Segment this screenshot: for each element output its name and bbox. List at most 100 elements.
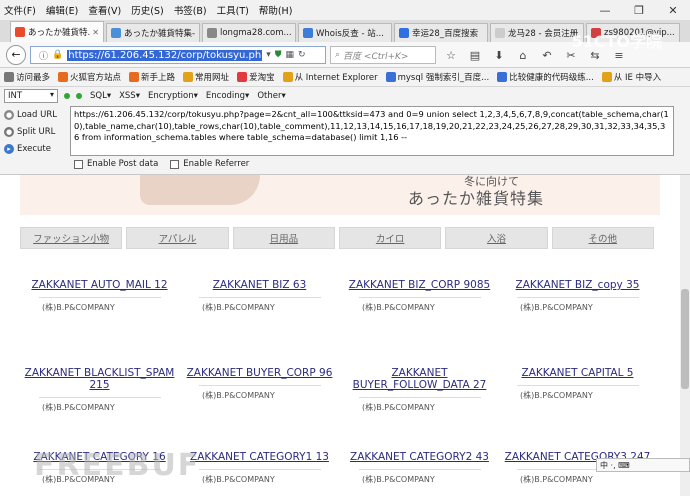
bookmark-item[interactable]: 常用网址 <box>183 71 229 83</box>
bookmark-item[interactable]: 爱淘宝 <box>237 71 275 83</box>
shield-icon[interactable]: ⛊ <box>275 50 282 60</box>
checkbox-box[interactable] <box>170 159 180 169</box>
ime-toolbar[interactable]: 中 ·, ⌨ <box>596 458 690 472</box>
hackbar-url-textarea[interactable]: https://61.206.45.132/corp/tokusyu.php?p… <box>70 106 674 156</box>
tab-5[interactable]: 龙马28 - 会员注册 <box>490 23 584 42</box>
bookmark-item[interactable]: 从 IE 中导入 <box>601 71 661 83</box>
enable-referrer-checkbox[interactable]: Enable Referrer <box>170 159 249 169</box>
tab-2[interactable]: longma28.com... <box>202 23 296 42</box>
product-card: ZAKKANET CAPITAL 5 (株)B.P&COMPANY <box>500 367 655 401</box>
product-link[interactable]: ZAKKANET CAPITAL 5 <box>500 367 655 379</box>
bookmark-star-icon[interactable]: ☆ <box>442 46 460 64</box>
download-icon[interactable]: ⬇ <box>490 46 508 64</box>
divider <box>516 385 639 386</box>
url-text[interactable]: https://61.206.45.132/corp/tokusyu.php?p… <box>67 49 263 61</box>
search-input[interactable]: ⌕ 百度 <Ctrl+K> <box>330 46 436 64</box>
product-company: (株)B.P&COMPANY <box>362 403 435 412</box>
back-arrow-icon[interactable]: ← <box>6 44 26 65</box>
category-bath[interactable]: 入浴 <box>445 227 548 249</box>
category-daily-goods[interactable]: 日用品 <box>232 227 335 249</box>
product-company: (株)B.P&COMPANY <box>42 403 115 412</box>
dropdown-icon[interactable]: ▾ <box>266 50 271 60</box>
product-company: (株)B.P&COMPANY <box>362 303 435 312</box>
type-select[interactable]: INT <box>4 89 58 103</box>
menu-help[interactable]: 帮助(H) <box>259 3 293 17</box>
load-url-button[interactable]: ● Load URL <box>4 107 66 122</box>
firefox-icon <box>58 72 69 82</box>
category-fashion[interactable]: ファッション小物 <box>20 227 123 249</box>
scrollbar-thumb[interactable] <box>681 289 689 389</box>
product-link[interactable]: ZAKKANET BUYER_CORP 96 <box>182 367 337 379</box>
tab-close-icon[interactable]: ✕ <box>92 28 99 37</box>
bookmark-item[interactable]: 新手上路 <box>129 71 175 83</box>
favicon-icon <box>111 28 121 38</box>
tab-1[interactable]: あったか雑貨特集-... <box>106 23 200 42</box>
encryption-menu[interactable]: Encryption▾ <box>148 91 198 101</box>
other-menu[interactable]: Other▾ <box>257 91 285 101</box>
product-link[interactable]: ZAKKANET CATEGORY2 43 <box>342 451 497 463</box>
home-icon[interactable]: ⌂ <box>514 46 532 64</box>
split-url-label: Split URL <box>17 126 56 137</box>
reload-icon[interactable]: ↻ <box>298 50 306 60</box>
bookmark-item[interactable]: 访问最多 <box>4 71 50 83</box>
undo-icon[interactable]: ↶ <box>538 46 556 64</box>
reading-list-icon[interactable]: ▤ <box>466 46 484 64</box>
tab-0[interactable]: あったか雑貨特... ✕ <box>10 21 104 42</box>
menu-history[interactable]: 历史(S) <box>131 3 163 17</box>
restore-icon[interactable]: ❐ <box>622 0 656 20</box>
bookmark-label: 火狐官方站点 <box>70 73 122 83</box>
category-apparel[interactable]: アパレル <box>126 227 229 249</box>
tab-3[interactable]: Whois反查 - 站... <box>298 23 392 42</box>
enable-referrer-label: Enable Referrer <box>183 159 250 169</box>
sql-menu[interactable]: SQL▾ <box>90 91 111 101</box>
lock-warning-icon[interactable]: 🔒 <box>52 50 63 60</box>
url-bar[interactable]: ⓘ 🔒 https://61.206.45.132/corp/tokusyu.p… <box>30 46 326 64</box>
product-link[interactable]: ZAKKANET CATEGORY1 13 <box>182 451 337 463</box>
bookmark-label: mysql 强制索引_百度... <box>397 73 490 83</box>
category-other[interactable]: その他 <box>551 227 654 249</box>
product-link[interactable]: ZAKKANET BLACKLIST_SPAM 215 <box>22 367 177 391</box>
info-icon[interactable]: ⓘ <box>39 49 48 62</box>
divider <box>516 297 639 298</box>
load-url-label: Load URL <box>17 109 57 120</box>
enable-post-label: Enable Post data <box>87 159 159 169</box>
menu-view[interactable]: 查看(V) <box>88 3 121 17</box>
bookmark-item[interactable]: 比较健康的代码级练... <box>497 71 594 83</box>
vertical-scrollbar[interactable] <box>680 175 690 496</box>
product-link[interactable]: ZAKKANET BIZ 63 <box>182 279 337 291</box>
xss-menu[interactable]: XSS▾ <box>119 91 140 101</box>
watermark-top: 51CTO学院 <box>571 32 662 51</box>
bookmark-item[interactable]: 从 Internet Explorer <box>282 71 378 83</box>
checkbox-box[interactable] <box>74 159 83 169</box>
product-card: ZAKKANET AUTO_MAIL 12 (株)B.P&COMPANY <box>22 279 177 313</box>
product-link[interactable]: ZAKKANET BIZ_CORP 9085 <box>342 279 497 291</box>
tab-label: 龙马28 - 会员注册 <box>508 29 579 39</box>
watermark-bottom: FREEBUF <box>34 448 201 483</box>
product-company: (株)B.P&COMPANY <box>202 391 275 400</box>
product-card: ZAKKANET BUYER_FOLLOW_DATA 27 (株)B.P&COM… <box>342 367 497 413</box>
product-link[interactable]: ZAKKANET AUTO_MAIL 12 <box>22 279 177 291</box>
category-kairo[interactable]: カイロ <box>338 227 442 249</box>
enable-post-checkbox[interactable]: Enable Post data <box>74 159 158 169</box>
close-icon[interactable]: ✕ <box>656 0 690 20</box>
bookmark-item[interactable]: 火狐官方站点 <box>58 71 121 83</box>
tab-4[interactable]: 幸运28_百度搜索 <box>394 23 488 42</box>
green-dot-icon <box>64 93 70 99</box>
minimize-icon[interactable]: — <box>588 0 622 20</box>
menu-bookmarks[interactable]: 书签(B) <box>174 3 207 17</box>
menu-edit[interactable]: 编辑(E) <box>46 3 78 17</box>
favicon-icon <box>495 28 505 38</box>
qr-icon[interactable]: ▦ <box>286 50 295 60</box>
divider <box>198 297 321 298</box>
bookmark-label: 常用网址 <box>195 73 230 83</box>
bookmark-item[interactable]: mysql 强制索引_百度... <box>385 71 490 83</box>
menu-tools[interactable]: 工具(T) <box>217 3 249 17</box>
execute-button[interactable]: ▸ Execute <box>4 141 66 156</box>
folder-icon <box>601 72 612 82</box>
split-url-button[interactable]: ● Split URL <box>4 124 66 139</box>
product-link[interactable]: ZAKKANET BIZ_copy 35 <box>500 279 655 291</box>
divider <box>38 297 161 298</box>
product-link[interactable]: ZAKKANET BUYER_FOLLOW_DATA 27 <box>342 367 497 391</box>
menu-file[interactable]: 文件(F) <box>4 3 36 17</box>
encoding-menu[interactable]: Encoding▾ <box>206 91 249 101</box>
